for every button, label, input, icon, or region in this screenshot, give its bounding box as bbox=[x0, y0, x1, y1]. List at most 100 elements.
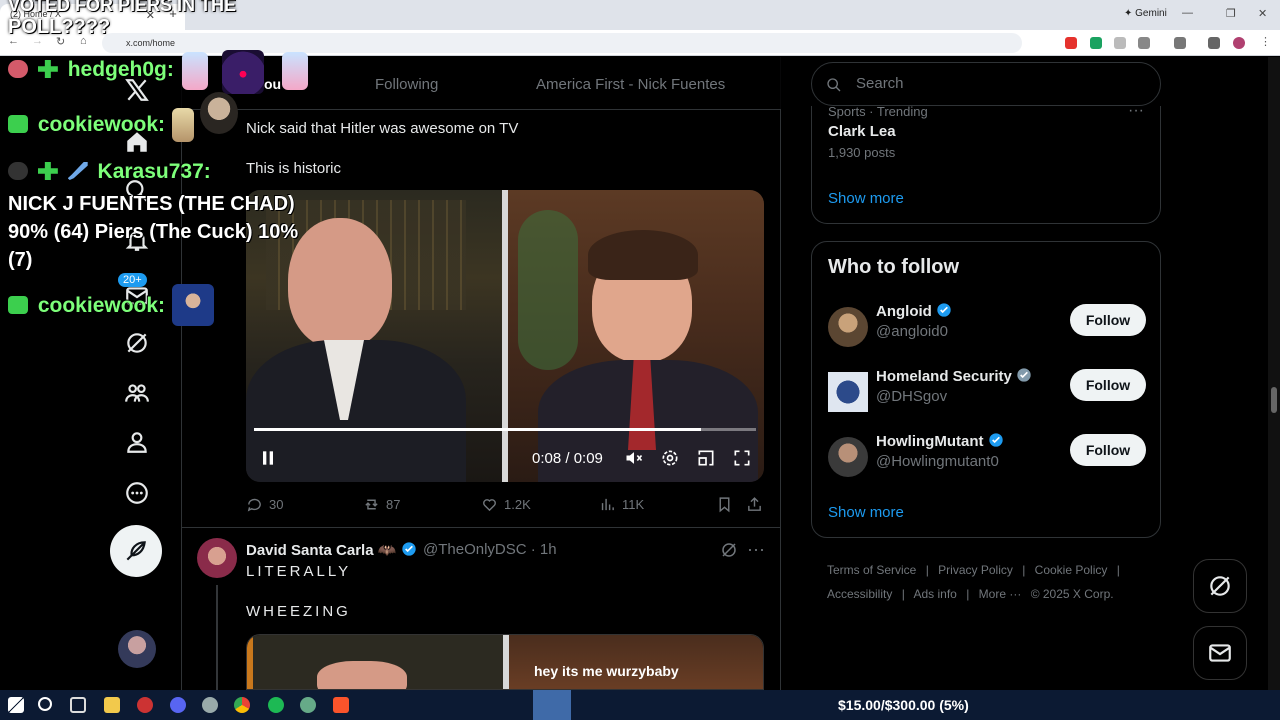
follow-button[interactable]: Follow bbox=[1070, 434, 1146, 466]
tab-list[interactable]: America First - Nick Fuentes bbox=[536, 76, 725, 93]
minimize-icon[interactable]: — bbox=[1182, 7, 1193, 19]
tweet-media[interactable]: hey its me wurzybaby bbox=[246, 634, 764, 690]
mute-icon[interactable] bbox=[624, 448, 644, 472]
footer-separator: | bbox=[966, 587, 970, 601]
taskbar-active-app[interactable] bbox=[533, 690, 571, 720]
more-options-icon[interactable]: ··· bbox=[747, 539, 765, 560]
footer-link[interactable]: Cookie Policy bbox=[1035, 563, 1108, 577]
share-icon[interactable] bbox=[746, 496, 763, 513]
discord-icon[interactable] bbox=[170, 697, 186, 713]
file-explorer-icon[interactable] bbox=[104, 697, 120, 713]
show-more-trends[interactable]: Show more bbox=[828, 190, 904, 207]
author-name-text: David Santa Carla bbox=[246, 542, 374, 559]
follow-suggestion[interactable]: Angloid @angloid0 Follow bbox=[828, 302, 1146, 352]
home-icon[interactable] bbox=[124, 129, 150, 155]
app-icon[interactable] bbox=[137, 697, 153, 713]
trend-more-icon[interactable]: ··· bbox=[1128, 102, 1144, 120]
repost-button[interactable]: 87 bbox=[363, 496, 400, 513]
forward-icon[interactable]: → bbox=[32, 35, 43, 47]
footer-link[interactable]: Terms of Service bbox=[827, 563, 916, 577]
footer-link[interactable]: Accessibility bbox=[827, 587, 892, 601]
tweet-avatar[interactable] bbox=[197, 538, 237, 578]
video-progress-bar[interactable] bbox=[254, 428, 756, 431]
show-more-suggestions[interactable]: Show more bbox=[828, 504, 904, 521]
close-tab-icon[interactable]: ✕ bbox=[146, 9, 155, 22]
follow-suggestion[interactable]: HowlingMutant @Howlingmutant0 Follow bbox=[828, 432, 1146, 482]
window-close-icon[interactable]: ✕ bbox=[1258, 7, 1267, 20]
more-icon[interactable] bbox=[124, 480, 150, 506]
communities-icon[interactable] bbox=[124, 380, 150, 406]
back-icon[interactable]: ← bbox=[8, 35, 19, 47]
trend-name[interactable]: Clark Lea bbox=[828, 123, 896, 140]
messages-float-button[interactable] bbox=[1193, 626, 1247, 680]
footer-link[interactable]: More ··· bbox=[979, 587, 1022, 601]
new-tab-button[interactable]: + bbox=[166, 7, 180, 21]
tab-following[interactable]: Following bbox=[375, 76, 438, 93]
page-scrollbar[interactable] bbox=[1268, 57, 1280, 690]
reading-list-icon[interactable] bbox=[1208, 37, 1220, 49]
chrome-icon[interactable] bbox=[234, 697, 250, 713]
suggestion-name[interactable]: HowlingMutant bbox=[876, 432, 1004, 450]
follow-button[interactable]: Follow bbox=[1070, 369, 1146, 401]
brave-icon[interactable] bbox=[333, 697, 349, 713]
profile-avatar-icon[interactable] bbox=[1233, 37, 1245, 49]
scrollbar-thumb[interactable] bbox=[1271, 387, 1277, 413]
bookmark-icon[interactable] bbox=[716, 496, 733, 513]
search-icon[interactable] bbox=[124, 178, 150, 204]
fullscreen-icon[interactable] bbox=[732, 448, 752, 472]
who-to-follow-title: Who to follow bbox=[828, 256, 960, 278]
maximize-icon[interactable]: ❐ bbox=[1226, 7, 1236, 20]
pause-icon[interactable] bbox=[258, 448, 278, 472]
footer-link[interactable]: Privacy Policy bbox=[938, 563, 1013, 577]
video-player[interactable]: 0:08 / 0:09 bbox=[246, 190, 764, 482]
notifications-icon[interactable] bbox=[124, 227, 150, 253]
grok-icon[interactable] bbox=[124, 330, 150, 356]
search-input[interactable] bbox=[856, 75, 1136, 92]
views-button[interactable]: 11K bbox=[599, 496, 644, 513]
extension-icon[interactable] bbox=[1114, 37, 1126, 49]
app-icon[interactable] bbox=[300, 697, 316, 713]
tweet-author-handle[interactable]: @TheOnlyDSC · 1h bbox=[423, 541, 557, 558]
follow-suggestion[interactable]: Homeland Security @DHSgov Follow bbox=[828, 367, 1146, 417]
tweet-author-name[interactable]: David Santa Carla 🦇 bbox=[246, 541, 417, 559]
messages-icon[interactable] bbox=[124, 283, 150, 309]
suggestion-name[interactable]: Homeland Security bbox=[876, 367, 1032, 385]
grok-icon[interactable] bbox=[720, 541, 738, 564]
picture-in-picture-icon[interactable] bbox=[696, 448, 716, 472]
x-logo-icon[interactable] bbox=[124, 77, 150, 103]
browser-tab[interactable]: (2) Home / X ✕ bbox=[0, 4, 185, 30]
extension-icon[interactable] bbox=[1090, 37, 1102, 49]
dhs-seal-avatar[interactable] bbox=[828, 372, 868, 412]
chat-badge-icon bbox=[8, 296, 28, 314]
gemini-button[interactable]: ✦ Gemini bbox=[1124, 8, 1167, 19]
profile-icon[interactable] bbox=[124, 429, 150, 455]
search-box[interactable] bbox=[811, 62, 1161, 106]
grok-float-button[interactable] bbox=[1193, 559, 1247, 613]
account-avatar[interactable] bbox=[118, 630, 156, 668]
reload-icon[interactable]: ↻ bbox=[56, 35, 65, 48]
footer-separator: | bbox=[901, 587, 905, 601]
like-button[interactable]: 1.2K bbox=[481, 496, 531, 513]
suggestion-avatar[interactable] bbox=[828, 307, 868, 347]
spotify-icon[interactable] bbox=[268, 697, 284, 713]
footer-separator: | bbox=[925, 563, 929, 577]
url-field[interactable]: x.com/home bbox=[102, 33, 1022, 53]
suggestion-name[interactable]: Angloid bbox=[876, 302, 952, 320]
tweet-avatar[interactable] bbox=[200, 92, 238, 134]
task-view-icon[interactable] bbox=[70, 697, 86, 713]
home-page-icon[interactable]: ⌂ bbox=[80, 35, 87, 47]
side-panel-icon[interactable] bbox=[1174, 37, 1186, 49]
browser-menu-icon[interactable]: ⋮ bbox=[1260, 35, 1271, 48]
taskbar-search-icon[interactable] bbox=[38, 697, 52, 711]
follow-button[interactable]: Follow bbox=[1070, 304, 1146, 336]
settings-gear-icon[interactable] bbox=[660, 448, 680, 472]
post-button[interactable] bbox=[110, 525, 162, 577]
search-icon bbox=[827, 78, 841, 92]
extensions-puzzle-icon[interactable] bbox=[1138, 37, 1150, 49]
footer-link[interactable]: Ads info bbox=[914, 587, 957, 601]
extension-icon[interactable] bbox=[1065, 37, 1077, 49]
app-icon[interactable] bbox=[202, 697, 218, 713]
suggestion-avatar[interactable] bbox=[828, 437, 868, 477]
reply-button[interactable]: 30 bbox=[246, 496, 283, 513]
start-windows-icon[interactable] bbox=[8, 697, 24, 713]
